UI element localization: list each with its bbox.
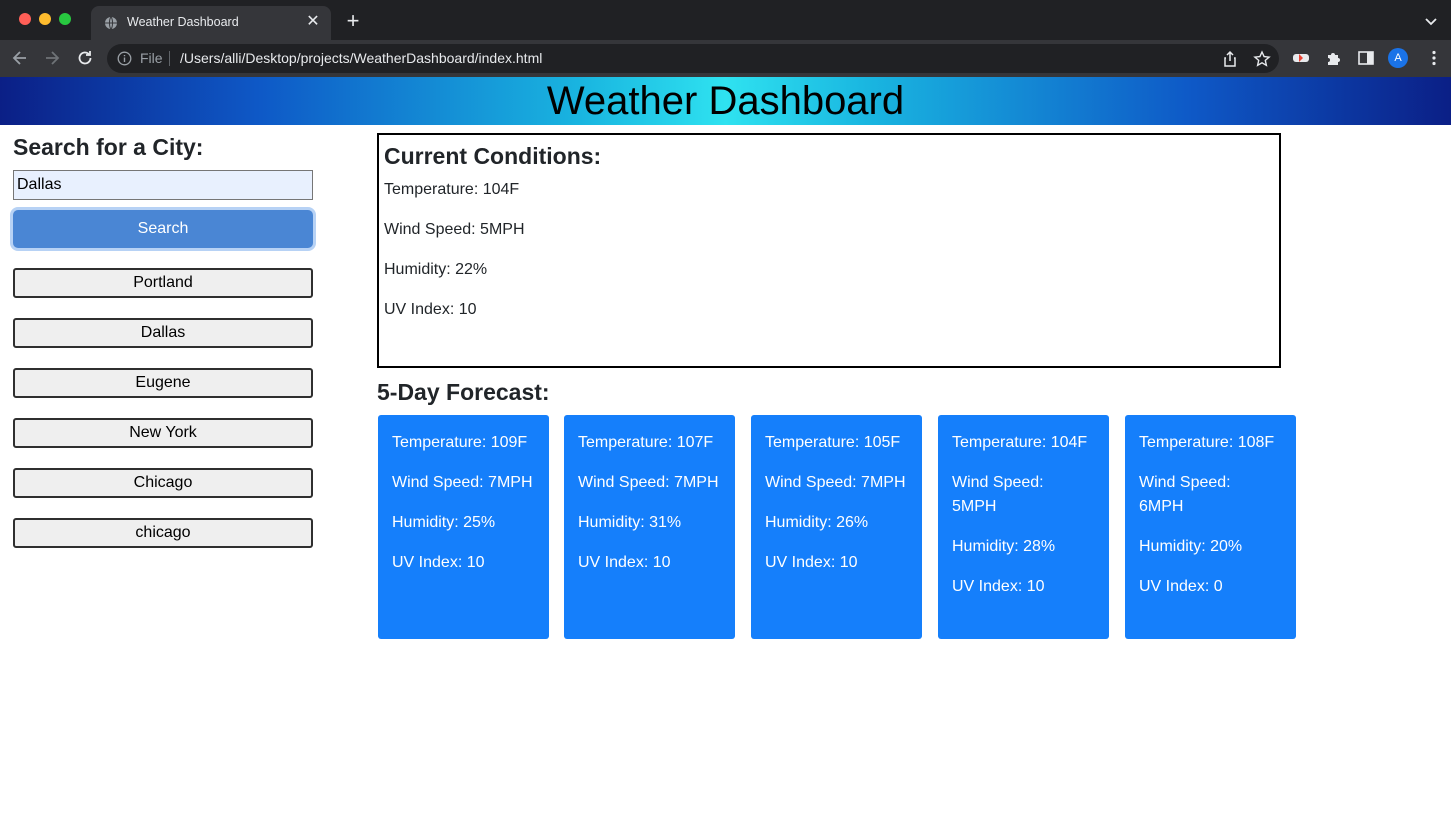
- maximize-window-button[interactable]: [59, 13, 71, 25]
- forecast-wind-speed: Wind Speed: 6MPH: [1139, 474, 1231, 515]
- forecast-temperature: Temperature: 107F: [578, 434, 714, 451]
- forecast-temperature: Temperature: 105F: [765, 434, 901, 451]
- forecast-card: Temperature: 105F Wind Speed: 7MPH Humid…: [751, 415, 922, 639]
- menu-dots-icon[interactable]: [1425, 49, 1443, 67]
- history-city-button[interactable]: Chicago: [13, 468, 313, 498]
- new-tab-icon[interactable]: +: [343, 10, 363, 32]
- history-city-button[interactable]: Eugene: [13, 368, 313, 398]
- minimize-window-button[interactable]: [39, 13, 51, 25]
- url-separator: [169, 51, 170, 66]
- current-conditions-panel: Current Conditions: Temperature: 104F Wi…: [377, 133, 1281, 368]
- forecast-humidity: Humidity: 25%: [392, 514, 496, 531]
- info-icon[interactable]: [117, 51, 132, 66]
- forecast-card: Temperature: 109F Wind Speed: 7MPH Humid…: [378, 415, 549, 639]
- forecast-humidity: Humidity: 28%: [952, 538, 1056, 555]
- forecast-card: Temperature: 108F Wind Speed: 6MPH Humid…: [1125, 415, 1296, 639]
- profile-avatar[interactable]: A: [1388, 48, 1408, 68]
- puzzle-extensions-icon[interactable]: [1325, 49, 1343, 67]
- extension-icon[interactable]: [1292, 49, 1310, 67]
- forecast-uv-index: UV Index: 10: [392, 554, 485, 571]
- forecast-temperature: Temperature: 108F: [1139, 434, 1275, 451]
- forecast-humidity: Humidity: 31%: [578, 514, 682, 531]
- share-icon[interactable]: [1221, 50, 1239, 68]
- forecast-humidity: Humidity: 26%: [765, 514, 869, 531]
- forecast-uv-index: UV Index: 10: [952, 578, 1045, 595]
- url-scheme: File: [140, 50, 163, 66]
- history-city-button[interactable]: chicago: [13, 518, 313, 548]
- forecast-card: Temperature: 107F Wind Speed: 7MPH Humid…: [564, 415, 735, 639]
- forecast-humidity: Humidity: 20%: [1139, 538, 1243, 555]
- history-city-button[interactable]: Dallas: [13, 318, 313, 348]
- current-temperature: Temperature: 104F: [384, 181, 520, 198]
- chevron-down-icon[interactable]: [1423, 13, 1439, 29]
- side-panel-icon[interactable]: [1357, 49, 1375, 67]
- address-bar[interactable]: File /Users/alli/Desktop/projects/Weathe…: [107, 44, 1279, 73]
- forecast-wind-speed: Wind Speed: 7MPH: [578, 474, 719, 491]
- globe-icon: [105, 16, 117, 30]
- browser-toolbar: File /Users/alli/Desktop/projects/Weathe…: [0, 40, 1451, 77]
- star-bookmark-icon[interactable]: [1253, 50, 1271, 68]
- current-uv-index: UV Index: 10: [384, 301, 477, 318]
- forecast-uv-index: UV Index: 0: [1139, 578, 1223, 595]
- url-text[interactable]: /Users/alli/Desktop/projects/WeatherDash…: [180, 50, 542, 66]
- forecast-uv-index: UV Index: 10: [765, 554, 858, 571]
- current-humidity: Humidity: 22%: [384, 261, 488, 278]
- browser-tab-bar: Weather Dashboard ✕ +: [0, 0, 1451, 40]
- city-search-input[interactable]: [13, 170, 313, 200]
- forecast-temperature: Temperature: 104F: [952, 434, 1088, 451]
- reload-icon[interactable]: [75, 48, 95, 68]
- history-city-button[interactable]: Portland: [13, 268, 313, 298]
- forecast-temperature: Temperature: 109F: [392, 434, 528, 451]
- forecast-heading: 5-Day Forecast:: [377, 379, 550, 405]
- browser-tab[interactable]: Weather Dashboard ✕: [91, 6, 331, 40]
- current-conditions-heading: Current Conditions:: [384, 143, 602, 169]
- current-wind-speed: Wind Speed: 5MPH: [384, 221, 525, 238]
- forecast-wind-speed: Wind Speed: 7MPH: [765, 474, 906, 491]
- forecast-card: Temperature: 104F Wind Speed: 5MPH Humid…: [938, 415, 1109, 639]
- close-window-button[interactable]: [19, 13, 31, 25]
- page-header: Weather Dashboard: [0, 77, 1451, 125]
- forward-arrow-icon[interactable]: [42, 48, 62, 68]
- forecast-wind-speed: Wind Speed: 5MPH: [952, 474, 1044, 515]
- search-button[interactable]: Search: [13, 210, 313, 248]
- history-city-button[interactable]: New York: [13, 418, 313, 448]
- search-heading: Search for a City:: [13, 134, 204, 160]
- back-arrow-icon[interactable]: [10, 48, 30, 68]
- tab-title: Weather Dashboard: [127, 15, 239, 29]
- forecast-wind-speed: Wind Speed: 7MPH: [392, 474, 533, 491]
- page-title: Weather Dashboard: [546, 79, 905, 123]
- close-tab-icon[interactable]: ✕: [304, 13, 322, 31]
- forecast-uv-index: UV Index: 10: [578, 554, 671, 571]
